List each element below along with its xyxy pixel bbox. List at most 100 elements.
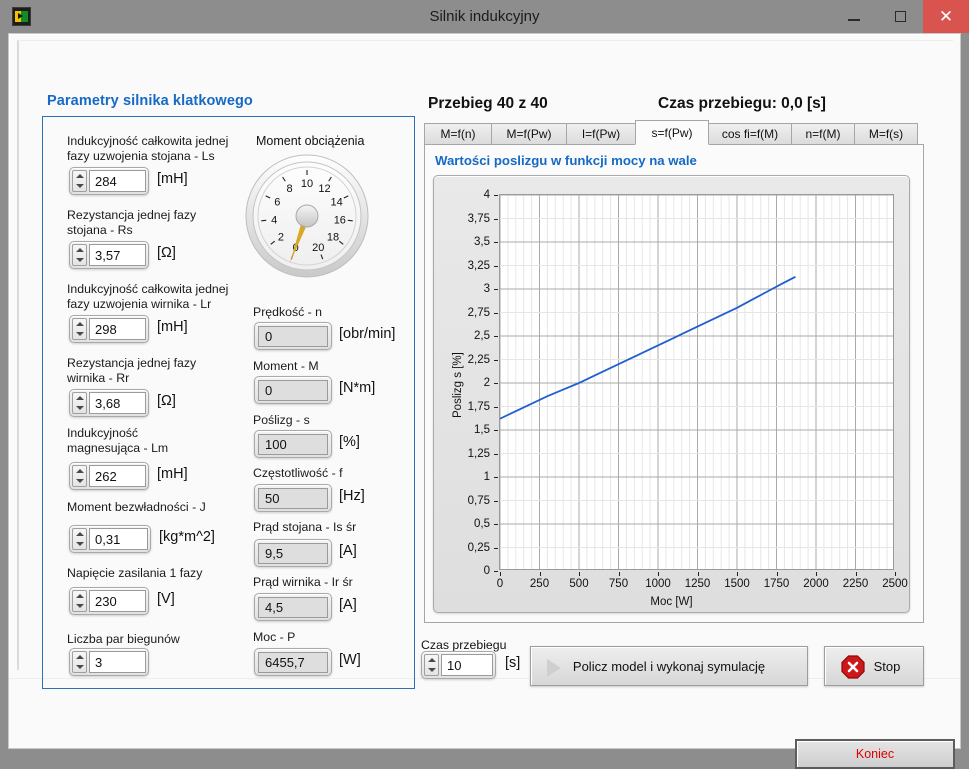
gauge-tick-10: 10 (301, 178, 313, 190)
x-tick-label-2: 500 (569, 578, 589, 590)
indicator-is: 9,5 (254, 539, 332, 567)
tab-n-f-m-[interactable]: n=f(M) (791, 123, 855, 145)
run-simulation-button[interactable]: Policz model i wykonaj symulację (530, 646, 808, 686)
param-label-lm: Indukcyjność magnesująca - Lm (67, 426, 169, 455)
y-tick-label-0: 0 (483, 565, 490, 577)
y-tick-mark-15 (494, 218, 498, 220)
param-unit-ls: [mH] (157, 171, 188, 187)
param-label-lr: Indukcyjność całkowita jednej fazy uzwoj… (67, 282, 229, 311)
spinner-arrows-icon[interactable] (72, 528, 87, 550)
param-spinner-lr[interactable]: 298 (69, 315, 149, 343)
indicator-p: 6455,7 (254, 648, 332, 676)
y-tick-mark-6 (494, 430, 498, 431)
chart-title: Wartości poslizgu w funkcji mocy na wale (435, 153, 697, 168)
param-spinner-j[interactable]: 0,31 (69, 525, 151, 553)
indicator-value-f: 50 (258, 487, 328, 509)
sim-time-label: Czas przebiegu (421, 638, 507, 652)
y-tick-mark-10 (494, 336, 498, 337)
param-spinner-rr[interactable]: 3,68 (69, 389, 149, 417)
indicator-value-s: 100 (258, 433, 328, 455)
indicator-value-m: 0 (258, 379, 328, 401)
indicator-label-ir: Prąd wirnika - Ir śr (253, 575, 353, 589)
spinner-arrows-icon[interactable] (424, 654, 439, 676)
tab-m-f-n-[interactable]: M=f(n) (424, 123, 492, 145)
spinner-arrows-icon[interactable] (72, 318, 87, 340)
param-spinner-ls[interactable]: 284 (69, 167, 149, 195)
spinner-arrows-icon[interactable] (72, 651, 87, 673)
param-label-j: Moment bezwładności - J (67, 500, 206, 514)
gauge-tick-18: 18 (327, 231, 339, 243)
stop-label: Stop (873, 658, 901, 674)
title-bar: Silnik indukcyjny ✕ (0, 0, 969, 33)
spinner-arrows-icon[interactable] (72, 244, 87, 266)
indicator-value-ir: 4,5 (258, 596, 328, 618)
indicator-unit-n: [obr/min] (339, 326, 396, 342)
y-tick-label-1: 0,25 (467, 541, 490, 554)
y-tick-mark-16 (494, 195, 498, 196)
spinner-arrows-icon[interactable] (72, 392, 87, 414)
indicator-unit-p: [W] (339, 652, 361, 668)
run-time-label: Czas przebiegu: 0,0 [s] (658, 95, 826, 112)
y-tick-label-9: 2,25 (467, 353, 490, 366)
y-tick-mark-7 (494, 406, 498, 408)
x-tick-label-10: 2500 (882, 578, 908, 590)
indicator-f: 50 (254, 484, 332, 512)
spinner-arrows-icon[interactable] (72, 465, 87, 487)
gauge-hub (295, 204, 319, 228)
minimize-button[interactable] (831, 0, 877, 33)
tab-m-f-s-[interactable]: M=f(s) (854, 123, 918, 145)
param-value-j[interactable]: 0,31 (89, 528, 148, 550)
x-tick-mark-7 (776, 572, 778, 576)
graph-control[interactable]: 0 0,25 0,5 0,75 1 1,25 1,5 1,75 2 2,25 2,5 2,75 3 3,2… (433, 175, 910, 613)
param-spinner-u[interactable]: 230 (69, 587, 149, 615)
param-unit-rs: [Ω] (157, 245, 176, 261)
plot-svg (500, 195, 893, 569)
gauge-tick-14: 14 (331, 197, 343, 209)
y-tick-label-13: 3,25 (467, 259, 490, 272)
tab-m-f-pw-[interactable]: M=f(Pw) (491, 123, 567, 145)
load-torque-gauge[interactable]: 02468101214161820 (245, 154, 369, 278)
param-value-ls[interactable]: 284 (89, 170, 146, 192)
indicator-label-n: Prędkość - n (253, 305, 323, 319)
exit-button[interactable]: Koniec (795, 739, 955, 769)
param-value-u[interactable]: 230 (89, 590, 146, 612)
x-tick-mark-10 (895, 572, 896, 576)
param-unit-lm: [mH] (157, 466, 188, 482)
param-spinner-lm[interactable]: 262 (69, 462, 149, 490)
param-spinner-p[interactable]: 3 (69, 648, 149, 676)
param-value-lr[interactable]: 298 (89, 318, 146, 340)
tab-cos-fi-f-m-[interactable]: cos fi=f(M) (708, 123, 792, 145)
spinner-arrows-icon[interactable] (72, 590, 87, 612)
y-tick-label-15: 3,75 (467, 212, 490, 225)
indicator-s: 100 (254, 430, 332, 458)
tab-s-f-pw-[interactable]: s=f(Pw) (635, 120, 709, 145)
indicator-label-m: Moment - M (253, 359, 319, 373)
close-button[interactable]: ✕ (923, 0, 969, 33)
x-tick-mark-0 (500, 572, 501, 576)
param-unit-rr: [Ω] (157, 393, 176, 409)
window-title: Silnik indukcyjny (429, 8, 540, 25)
sim-time-spinner[interactable]: 10 (421, 651, 496, 679)
gauge-tick-8: 8 (286, 183, 292, 195)
param-value-rs[interactable]: 3,57 (89, 244, 146, 266)
stop-button[interactable]: Stop (824, 646, 924, 686)
y-tick-mark-14 (494, 242, 498, 243)
param-value-lm[interactable]: 262 (89, 465, 146, 487)
maximize-button[interactable] (877, 0, 923, 33)
param-value-p[interactable]: 3 (89, 651, 146, 673)
y-tick-mark-4 (494, 477, 498, 478)
spinner-arrows-icon[interactable] (72, 170, 87, 192)
y-tick-mark-1 (494, 547, 498, 549)
tab-i-f-pw-[interactable]: I=f(Pw) (566, 123, 636, 145)
tab-bar: M=f(n) M=f(Pw) I=f(Pw) s=f(Pw) cos fi=f(M) n=… (424, 120, 924, 145)
x-tick-label-0: 0 (496, 578, 504, 590)
x-tick-label-1: 250 (529, 578, 550, 590)
gauge-tick-2: 2 (278, 231, 284, 243)
param-value-rr[interactable]: 3,68 (89, 392, 146, 414)
x-tick-mark-8 (816, 572, 817, 576)
sim-time-value[interactable]: 10 (441, 654, 493, 676)
param-spinner-rs[interactable]: 3,57 (69, 241, 149, 269)
x-tick-mark-9 (855, 572, 857, 576)
plot-area[interactable] (499, 194, 894, 570)
gauge-tick-20: 20 (312, 242, 324, 254)
